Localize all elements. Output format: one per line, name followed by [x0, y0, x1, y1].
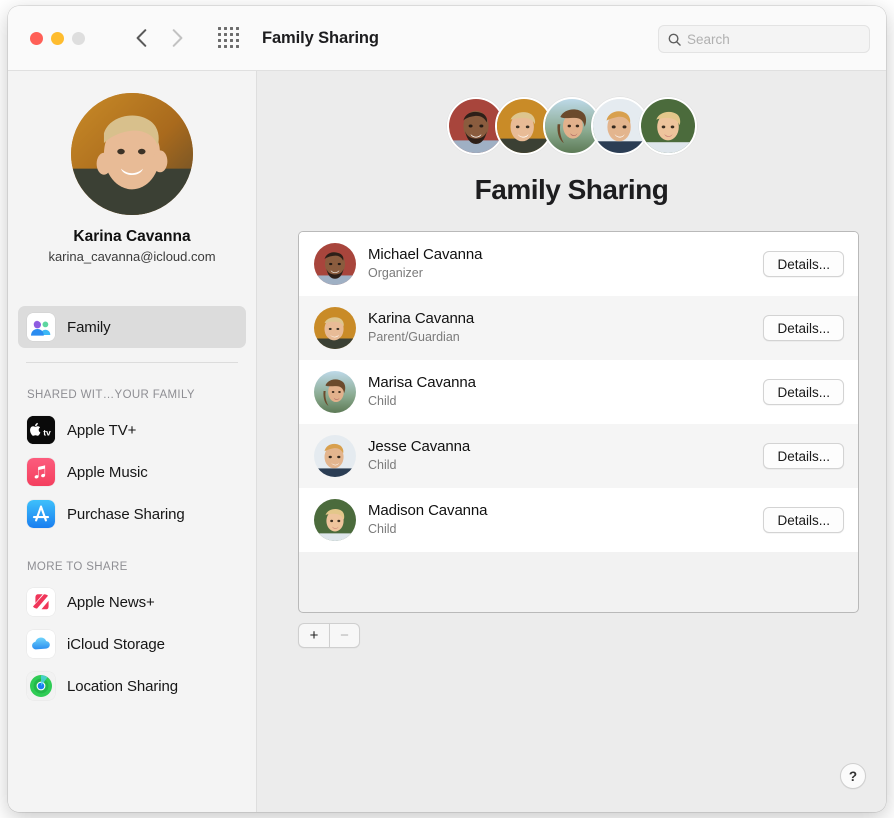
- titlebar: Family Sharing: [8, 6, 886, 71]
- avatar[interactable]: [71, 93, 193, 215]
- window-body: Karina Cavanna karina_cavanna@icloud.com…: [8, 71, 886, 812]
- sidebar-section-header-more: MORE TO SHARE: [27, 561, 128, 573]
- page-title: Family Sharing: [262, 28, 379, 47]
- member-role: Parent/Guardian: [368, 330, 460, 345]
- add-member-button[interactable]: +: [298, 623, 329, 648]
- help-button[interactable]: ?: [840, 763, 866, 789]
- traffic-lights: [30, 31, 85, 45]
- member-info: Karina Cavanna Parent/Guardian: [368, 310, 763, 345]
- member-avatar: [314, 435, 356, 477]
- member-info: Marisa Cavanna Child: [368, 374, 763, 409]
- find-my-icon: [27, 672, 55, 700]
- member-avatar: [314, 243, 356, 285]
- table-row[interactable]: Michael Cavanna Organizer Details...: [299, 232, 858, 296]
- remove-member-button[interactable]: −: [329, 623, 360, 648]
- sidebar-item-label: iCloud Storage: [67, 635, 165, 653]
- sidebar: Karina Cavanna karina_cavanna@icloud.com…: [8, 71, 257, 812]
- sidebar-item-label: Apple News+: [67, 593, 155, 611]
- member-name: Karina Cavanna: [368, 310, 475, 328]
- main-content: Family Sharing Michael Cavanna Organizer…: [257, 71, 886, 812]
- member-avatar: [314, 499, 356, 541]
- details-button[interactable]: Details...: [763, 443, 844, 469]
- table-row[interactable]: Marisa Cavanna Child Details...: [299, 360, 858, 424]
- details-button[interactable]: Details...: [763, 379, 844, 405]
- zoom-button[interactable]: [72, 31, 85, 45]
- sidebar-item-location-sharing[interactable]: Location Sharing: [18, 665, 246, 707]
- forward-button[interactable]: [164, 25, 190, 51]
- family-avatar-cluster: [257, 97, 886, 155]
- member-name: Madison Cavanna: [368, 502, 488, 520]
- cluster-avatar-madison: [638, 97, 697, 155]
- app-store-icon: [27, 500, 55, 528]
- apple-music-icon: [27, 458, 55, 486]
- family-people-icon: [27, 313, 55, 341]
- apple-news-icon: [27, 588, 55, 616]
- member-name: Jesse Cavanna: [368, 438, 471, 456]
- member-avatar: [314, 307, 356, 349]
- sidebar-item-label: Purchase Sharing: [67, 505, 185, 523]
- sidebar-item-label: Apple TV+: [67, 421, 137, 439]
- add-remove-controls: + −: [298, 623, 360, 648]
- sidebar-divider: [26, 362, 238, 363]
- sidebar-item-family[interactable]: Family: [18, 306, 246, 348]
- apple-tv-icon: tv: [27, 416, 55, 444]
- table-row[interactable]: Jesse Cavanna Child Details...: [299, 424, 858, 488]
- sidebar-item-purchase-sharing[interactable]: Purchase Sharing: [18, 493, 246, 535]
- icloud-icon: [27, 630, 55, 658]
- sidebar-item-label: Family: [67, 318, 111, 336]
- family-member-list: Michael Cavanna Organizer Details... Kar…: [298, 231, 859, 613]
- member-info: Madison Cavanna Child: [368, 502, 763, 537]
- search-field[interactable]: [658, 25, 870, 53]
- member-avatar: [314, 371, 356, 413]
- member-info: Michael Cavanna Organizer: [368, 246, 763, 281]
- svg-text:tv: tv: [43, 427, 51, 437]
- show-all-grid-icon[interactable]: [218, 27, 240, 49]
- search-icon: [668, 33, 681, 46]
- preferences-window: Family Sharing Search Karina Cavanna kar…: [8, 6, 886, 812]
- user-profile: Karina Cavanna karina_cavanna@icloud.com: [18, 71, 246, 264]
- search-input[interactable]: [687, 31, 860, 47]
- back-button[interactable]: [128, 25, 154, 51]
- sidebar-item-apple-music[interactable]: Apple Music: [18, 451, 246, 493]
- close-button[interactable]: [30, 31, 43, 45]
- member-info: Jesse Cavanna Child: [368, 438, 763, 473]
- member-name: Michael Cavanna: [368, 246, 483, 264]
- minimize-button[interactable]: [51, 31, 64, 45]
- sidebar-item-apple-news[interactable]: Apple News+: [18, 581, 246, 623]
- member-role: Child: [368, 394, 397, 409]
- details-button[interactable]: Details...: [763, 315, 844, 341]
- sidebar-item-label: Apple Music: [67, 463, 148, 481]
- nav-buttons: [128, 25, 190, 51]
- details-button[interactable]: Details...: [763, 507, 844, 533]
- member-role: Organizer: [368, 266, 423, 281]
- details-button[interactable]: Details...: [763, 251, 844, 277]
- sidebar-item-icloud-storage[interactable]: iCloud Storage: [18, 623, 246, 665]
- sidebar-item-label: Location Sharing: [67, 677, 178, 695]
- profile-email: karina_cavanna@icloud.com: [48, 249, 216, 264]
- table-row[interactable]: Karina Cavanna Parent/Guardian Details..…: [299, 296, 858, 360]
- table-row[interactable]: Madison Cavanna Child Details...: [299, 488, 858, 552]
- member-name: Marisa Cavanna: [368, 374, 476, 392]
- sidebar-section-header-shared: SHARED WIT…YOUR FAMILY: [27, 389, 195, 401]
- sidebar-item-apple-tv[interactable]: tv Apple TV+: [18, 409, 246, 451]
- member-role: Child: [368, 458, 397, 473]
- profile-name: Karina Cavanna: [73, 228, 191, 245]
- member-role: Child: [368, 522, 397, 537]
- main-heading: Family Sharing: [474, 174, 669, 205]
